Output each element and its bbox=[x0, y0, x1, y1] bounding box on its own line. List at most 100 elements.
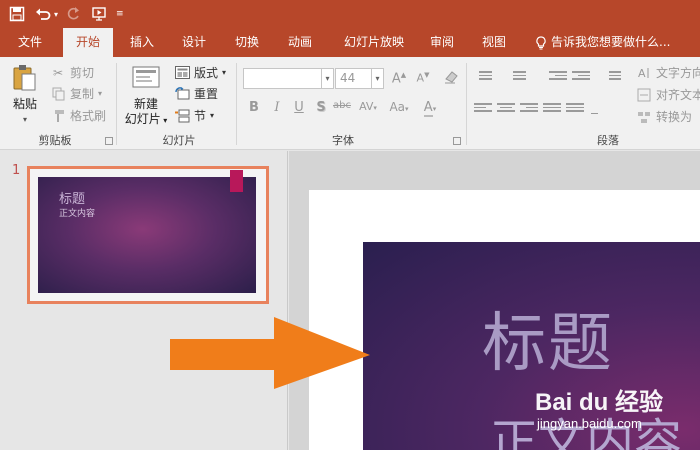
save-icon[interactable] bbox=[6, 3, 28, 25]
numbering-icon[interactable] bbox=[508, 69, 526, 85]
thumbnail-accent-bar bbox=[230, 170, 243, 192]
eraser-icon bbox=[445, 71, 458, 84]
text-direction-button[interactable]: A 文字方向 bbox=[636, 64, 700, 81]
quick-access-toolbar: ▾ ≡ bbox=[0, 0, 700, 28]
thumbnail-title: 标题 bbox=[59, 192, 86, 207]
tab-transitions[interactable]: 切换 bbox=[227, 28, 267, 57]
clipboard-group-label: 剪贴板 bbox=[38, 134, 72, 147]
tab-review[interactable]: 审阅 bbox=[422, 28, 462, 57]
copy-dropdown-icon[interactable]: ▾ bbox=[98, 89, 102, 98]
paste-label: 粘贴 bbox=[12, 97, 37, 111]
change-case-button[interactable]: Aa▾ bbox=[386, 100, 412, 114]
new-slide-label-1: 新建 bbox=[133, 97, 158, 111]
align-right-icon[interactable] bbox=[520, 101, 538, 117]
distributed-icon[interactable] bbox=[566, 101, 584, 117]
grow-font-button[interactable]: A▲ bbox=[390, 71, 408, 86]
format-painter-button[interactable]: 格式刷 bbox=[50, 107, 106, 124]
reset-button[interactable]: 重置 bbox=[174, 85, 218, 102]
bold-button[interactable]: B bbox=[245, 100, 263, 115]
text-direction-label: 文字方向 bbox=[656, 66, 700, 80]
slide-title-text[interactable]: 标题 bbox=[482, 292, 614, 384]
orange-arrow-icon bbox=[170, 317, 370, 389]
clear-formatting-button[interactable] bbox=[442, 69, 460, 89]
cut-label: 剪切 bbox=[70, 66, 95, 80]
text-direction-icon: A bbox=[636, 65, 652, 81]
reset-icon bbox=[174, 86, 190, 102]
line-spacing-icon[interactable] bbox=[603, 69, 621, 85]
tell-me-text: 告诉我您想要做什么... bbox=[551, 35, 671, 49]
font-group-label: 字体 bbox=[332, 134, 354, 147]
group-divider bbox=[466, 63, 467, 145]
baidu-jingyan-watermark: Bai du 经验 jingyan.baidu.com bbox=[535, 382, 695, 442]
ribbon-home: 粘贴 ▾ ✂ 剪切 复制 ▾ 格式刷 剪贴板 新建 幻灯片 ▾ 版式 ▾ 重置 … bbox=[0, 57, 700, 150]
underline-button[interactable]: U bbox=[290, 100, 308, 115]
ribbon-tabs: 文件 开始 插入 设计 切换 动画 幻灯片放映 审阅 视图 告诉我您想要做什么.… bbox=[0, 28, 700, 58]
reset-label: 重置 bbox=[194, 87, 219, 101]
clipboard-launcher-icon[interactable] bbox=[105, 137, 113, 145]
lightbulb-icon bbox=[536, 35, 546, 50]
character-spacing-icon: AV bbox=[359, 100, 374, 113]
increase-indent-icon[interactable] bbox=[572, 69, 590, 85]
new-slide-button[interactable]: 新建 幻灯片 ▾ bbox=[122, 63, 170, 128]
strikethrough-button[interactable]: abc bbox=[330, 100, 354, 111]
svg-text:A: A bbox=[638, 67, 646, 80]
copy-icon bbox=[50, 86, 66, 102]
tab-home[interactable]: 开始 bbox=[63, 28, 113, 58]
new-slide-dropdown-icon[interactable]: ▾ bbox=[161, 116, 167, 125]
convert-smartart-button[interactable]: 转换为 bbox=[636, 108, 692, 125]
undo-dropdown-icon[interactable]: ▾ bbox=[54, 10, 58, 19]
tab-slideshow[interactable]: 幻灯片放映 bbox=[336, 28, 412, 57]
convert-smartart-label: 转换为 bbox=[656, 110, 693, 124]
text-shadow-button[interactable]: S bbox=[312, 100, 330, 115]
font-color-button[interactable]: A▾ bbox=[418, 100, 442, 117]
start-from-beginning-icon[interactable] bbox=[88, 3, 110, 25]
section-label: 节 bbox=[194, 109, 207, 123]
bullets-icon[interactable] bbox=[474, 69, 492, 85]
font-launcher-icon[interactable] bbox=[453, 137, 461, 145]
justify-icon[interactable] bbox=[543, 101, 561, 117]
tab-file[interactable]: 文件 bbox=[8, 28, 52, 57]
font-size-dropdown-icon[interactable]: ▾ bbox=[371, 69, 383, 88]
tab-view[interactable]: 视图 bbox=[474, 28, 514, 57]
columns-icon[interactable] bbox=[591, 101, 609, 117]
tab-design[interactable]: 设计 bbox=[174, 28, 214, 57]
new-slide-label-2: 幻灯片 bbox=[124, 112, 161, 126]
italic-button[interactable]: I bbox=[268, 100, 286, 115]
character-spacing-button[interactable]: AV▾ bbox=[356, 100, 380, 113]
layout-button[interactable]: 版式 ▾ bbox=[174, 64, 226, 81]
change-case-icon: Aa bbox=[389, 100, 406, 114]
align-center-icon[interactable] bbox=[497, 101, 515, 117]
group-divider bbox=[236, 63, 237, 145]
cut-button[interactable]: ✂ 剪切 bbox=[50, 64, 94, 81]
new-slide-icon bbox=[132, 66, 160, 88]
format-painter-icon bbox=[50, 108, 66, 124]
align-left-icon[interactable] bbox=[474, 101, 492, 117]
group-divider bbox=[116, 63, 117, 145]
copy-button[interactable]: 复制 ▾ bbox=[50, 85, 102, 102]
section-dropdown-icon[interactable]: ▾ bbox=[210, 111, 214, 120]
align-text-button[interactable]: 对齐文本 bbox=[636, 86, 700, 103]
tab-insert[interactable]: 插入 bbox=[122, 28, 162, 57]
paste-dropdown-icon[interactable]: ▾ bbox=[8, 112, 42, 127]
thumbnail-body: 正文内容 bbox=[59, 209, 96, 219]
layout-icon bbox=[174, 65, 190, 81]
shrink-font-button[interactable]: A▼ bbox=[414, 71, 432, 85]
layout-dropdown-icon[interactable]: ▾ bbox=[222, 68, 226, 77]
font-name-dropdown-icon[interactable]: ▾ bbox=[321, 69, 333, 88]
paste-button[interactable]: 粘贴 ▾ bbox=[8, 63, 42, 127]
section-button[interactable]: 节 ▾ bbox=[174, 107, 214, 124]
tab-animations[interactable]: 动画 bbox=[280, 28, 320, 57]
slides-group-label: 幻灯片 bbox=[162, 134, 196, 147]
font-name-combo[interactable]: ▾ bbox=[243, 68, 334, 89]
decrease-indent-icon[interactable] bbox=[549, 69, 567, 85]
redo-icon[interactable] bbox=[62, 3, 84, 25]
undo-icon[interactable] bbox=[32, 3, 54, 25]
watermark-logo: Bai du 经验 bbox=[535, 389, 664, 416]
align-text-label: 对齐文本 bbox=[656, 88, 700, 102]
clipboard-paste-icon bbox=[13, 65, 36, 91]
font-size-combo[interactable]: 44 ▾ bbox=[335, 68, 384, 89]
customize-qat-icon[interactable]: ≡ bbox=[116, 9, 124, 19]
tell-me-search[interactable]: 告诉我您想要做什么... bbox=[535, 28, 670, 57]
layout-label: 版式 bbox=[194, 66, 219, 80]
watermark-url: jingyan.baidu.com bbox=[537, 416, 642, 431]
